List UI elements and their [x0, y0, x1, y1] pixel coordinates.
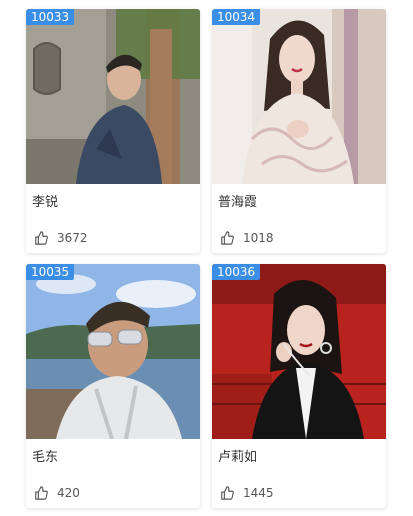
user-photo[interactable]: [26, 9, 200, 184]
user-card[interactable]: 10033 李锐 3672: [26, 9, 200, 253]
like-button[interactable]: 420: [34, 485, 80, 501]
like-count: 3672: [57, 231, 88, 245]
like-button[interactable]: 1445: [220, 485, 274, 501]
photo-woman-red: [212, 264, 386, 439]
thumbs-up-icon: [34, 486, 48, 500]
thumbs-up-icon: [220, 231, 234, 245]
user-name: 李锐: [32, 195, 59, 210]
user-name: 卢莉如: [218, 450, 258, 465]
user-name: 普海霞: [218, 195, 258, 210]
photo-man-jacket: [26, 9, 200, 184]
like-count: 1018: [243, 231, 274, 245]
user-id-badge: 10034: [212, 9, 261, 25]
like-count: 420: [57, 486, 80, 500]
user-name: 毛东: [32, 450, 59, 465]
user-card[interactable]: 10035 毛东 420: [26, 264, 200, 508]
user-photo[interactable]: [212, 264, 386, 439]
user-card[interactable]: 10034 普海霞 1018: [212, 9, 386, 253]
photo-man-sunglasses: [26, 264, 200, 439]
user-card[interactable]: 10036 卢莉如 1445: [212, 264, 386, 508]
user-id-badge: 10033: [26, 9, 75, 25]
user-photo[interactable]: [212, 9, 386, 184]
photo-woman-lace: [212, 9, 386, 184]
like-button[interactable]: 1018: [220, 230, 274, 246]
like-count: 1445: [243, 486, 274, 500]
like-button[interactable]: 3672: [34, 230, 88, 246]
user-card-grid: 10033 李锐 3672 10034 普海霞 1018 10035 毛东 42…: [0, 0, 413, 516]
user-id-badge: 10036: [212, 264, 261, 280]
user-photo[interactable]: [26, 264, 200, 439]
user-id-badge: 10035: [26, 264, 75, 280]
thumbs-up-icon: [34, 231, 48, 245]
thumbs-up-icon: [220, 486, 234, 500]
